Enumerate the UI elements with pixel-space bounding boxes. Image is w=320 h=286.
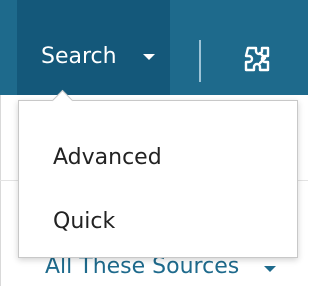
top-navbar: Search	[0, 0, 308, 95]
chevron-down-icon	[143, 54, 155, 60]
search-dropdown-menu: Advanced Quick	[18, 89, 298, 258]
search-menu-trigger[interactable]: Search	[17, 0, 170, 95]
chevron-down-icon	[264, 266, 276, 272]
menu-item-advanced[interactable]: Advanced	[53, 145, 162, 171]
screen-frame: Search All These Sources Advanced Quick	[0, 0, 308, 286]
search-menu-label: Search	[41, 44, 117, 69]
menu-item-quick[interactable]: Quick	[53, 209, 115, 235]
puzzle-tool-icon[interactable]	[240, 44, 274, 72]
nav-divider	[199, 40, 201, 82]
